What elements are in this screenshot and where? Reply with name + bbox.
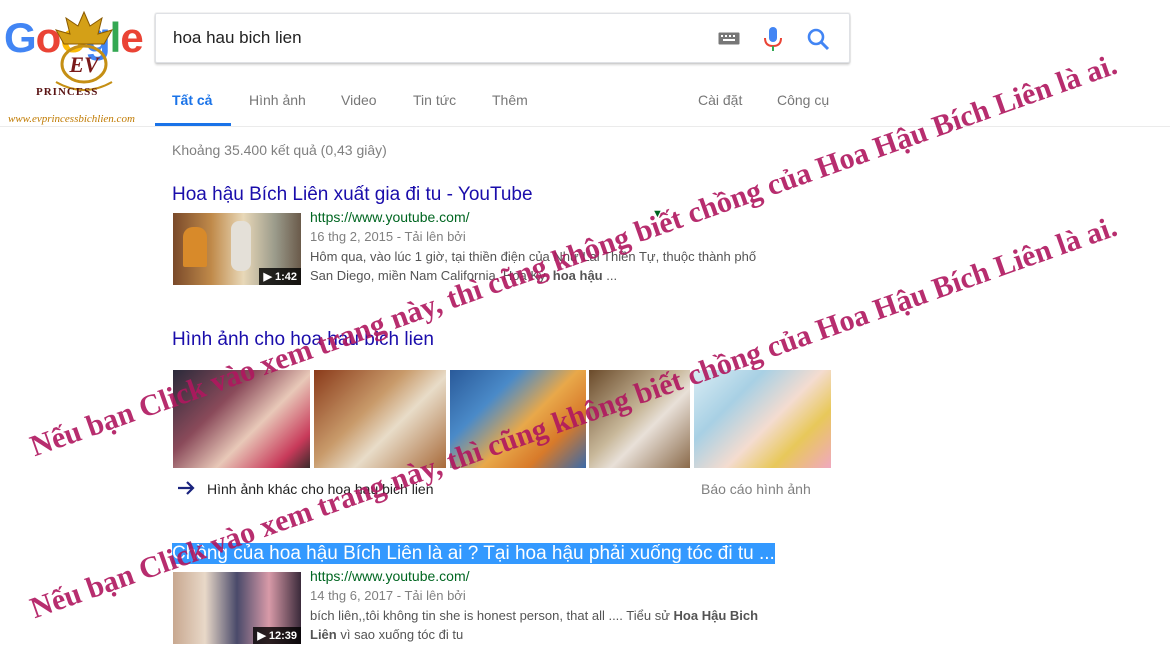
video-duration: ▶ 12:39 (253, 627, 301, 644)
arrow-right-icon[interactable] (176, 478, 196, 498)
video-thumbnail[interactable]: ▶ 1:42 (173, 213, 301, 285)
result-meta: 14 thg 6, 2017 - Tải lên bởi (310, 588, 466, 603)
search-input[interactable]: hoa hau bich lien (173, 28, 302, 48)
result-title[interactable]: Hoa hậu Bích Liên xuất gia đi tu - YouTu… (172, 184, 533, 206)
report-images-link[interactable]: Báo cáo hình ảnh (701, 481, 811, 497)
tab-images[interactable]: Hình ảnh (249, 92, 306, 108)
video-thumbnail[interactable]: ▶ 12:39 (173, 572, 301, 644)
tools-link[interactable]: Công cụ (777, 92, 829, 108)
tab-video[interactable]: Video (341, 92, 377, 108)
microphone-icon[interactable] (762, 26, 784, 52)
crest-text: PRINCESS (36, 86, 99, 98)
result-snippet: bích liên,,tôi không tin she is honest p… (310, 606, 830, 644)
logo-letter: G (4, 14, 37, 61)
result-meta: 16 thg 2, 2015 - Tải lên bởi (310, 229, 466, 244)
crown-crest-icon: EV (54, 10, 114, 91)
site-url[interactable]: www.evprincessbichlien.com (8, 113, 135, 125)
snippet-line: bích liên,,tôi không tin she is honest p… (310, 608, 759, 623)
search-icon[interactable] (806, 27, 830, 51)
result-url: https://www.youtube.com/ (310, 568, 470, 584)
tabs-divider (0, 126, 1170, 127)
tab-all[interactable]: Tất cả (172, 92, 212, 108)
keyboard-icon[interactable] (718, 32, 740, 45)
result-url: https://www.youtube.com/ (310, 209, 470, 225)
tab-more[interactable]: Thêm (492, 92, 528, 108)
svg-text:EV: EV (68, 52, 101, 77)
video-duration: ▶ 1:42 (259, 268, 301, 285)
snippet-line: Liên vì sao xuống tóc đi tu (310, 627, 464, 642)
search-box[interactable]: hoa hau bich lien (155, 13, 850, 63)
settings-link[interactable]: Cài đặt (698, 92, 742, 108)
tab-news[interactable]: Tin tức (413, 92, 456, 108)
result-stats: Khoảng 35.400 kết quả (0,43 giây) (172, 142, 387, 158)
